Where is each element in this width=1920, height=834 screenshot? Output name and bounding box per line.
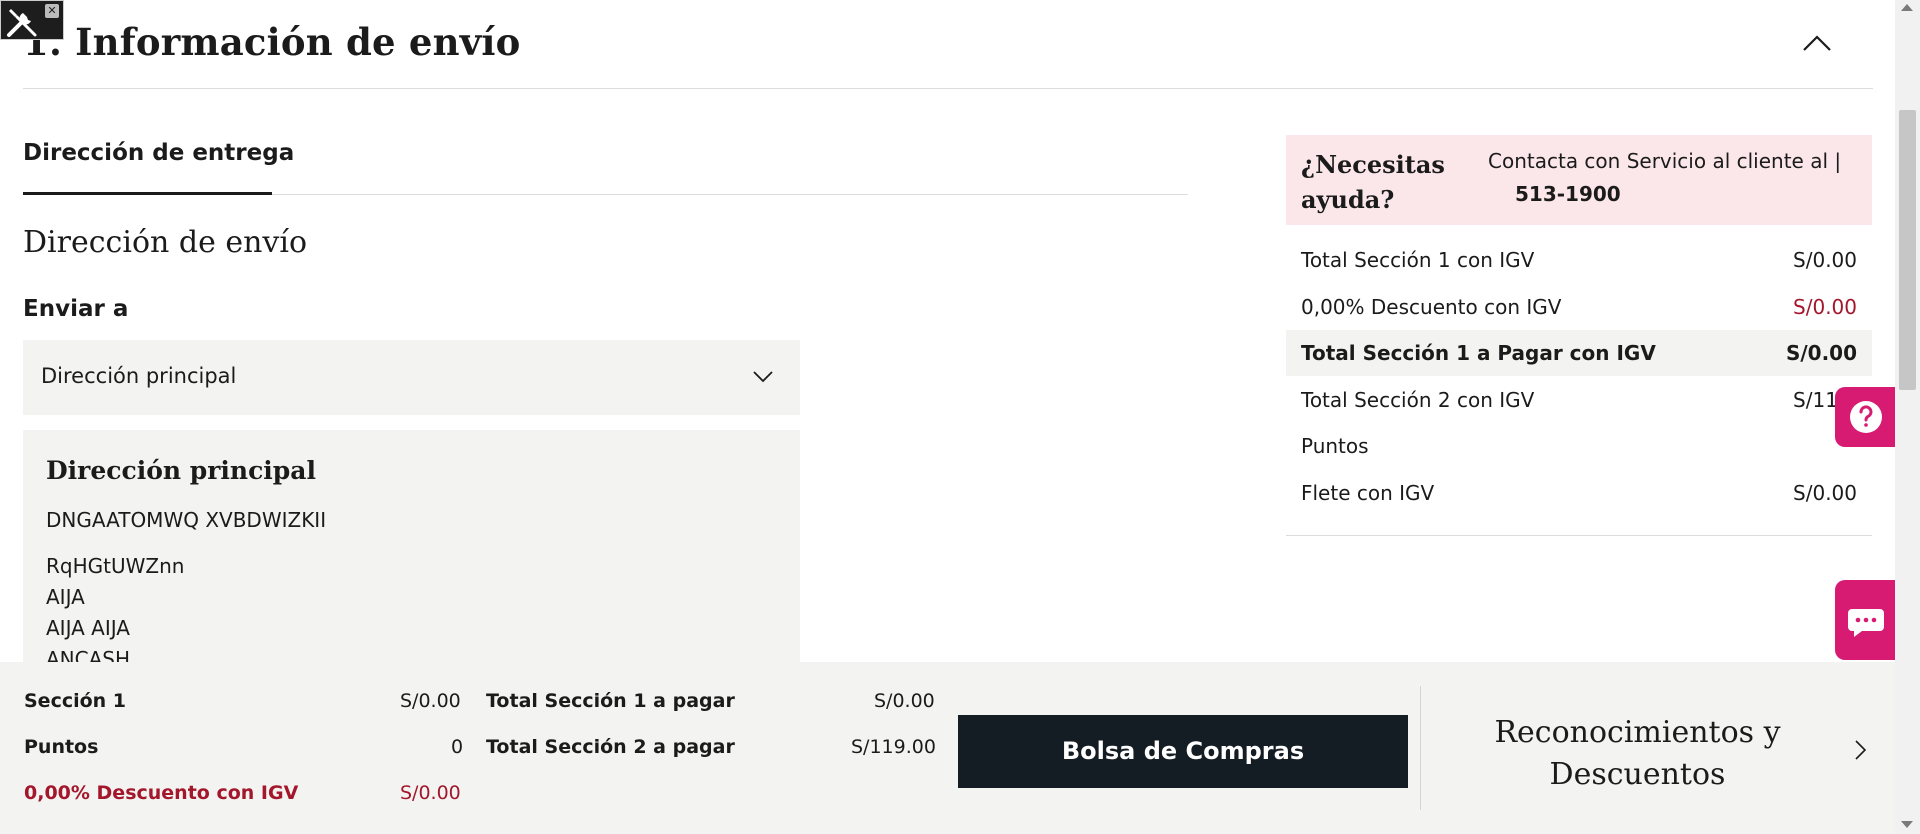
bb-descuento-value: S/0.00 bbox=[400, 782, 461, 804]
summary-label: Total Sección 1 a Pagar con IGV bbox=[1301, 341, 1656, 365]
bb-seccion1-value: S/0.00 bbox=[400, 690, 461, 712]
dev-tools-badge[interactable]: ✕ bbox=[0, 0, 64, 40]
address-select[interactable]: Dirección principal bbox=[23, 340, 800, 415]
summary-row: Puntos bbox=[1286, 423, 1872, 469]
address-select-value: Dirección principal bbox=[41, 364, 237, 388]
help-box: ¿Necesitas ayuda? Contacta con Servicio … bbox=[1286, 135, 1872, 225]
wrench-screwdriver-icon bbox=[7, 9, 37, 37]
floating-chat-button[interactable] bbox=[1835, 580, 1897, 660]
scroll-down-arrow[interactable] bbox=[1901, 821, 1913, 828]
floating-help-button[interactable] bbox=[1835, 387, 1897, 447]
chevron-down-icon bbox=[753, 371, 773, 383]
summary-amount: S/0.00 bbox=[1793, 481, 1857, 505]
summary-label: Flete con IGV bbox=[1301, 481, 1435, 505]
tab-active-indicator bbox=[23, 192, 272, 195]
scroll-up-arrow[interactable] bbox=[1901, 4, 1913, 11]
bb-seccion1-label: Sección 1 bbox=[24, 690, 127, 712]
chat-bubble-icon bbox=[1848, 609, 1884, 637]
address-line: AIJA AIJA bbox=[46, 616, 130, 640]
close-icon[interactable]: ✕ bbox=[45, 4, 59, 18]
summary-label: Puntos bbox=[1301, 434, 1369, 458]
summary-amount: S/0.00 bbox=[1785, 341, 1857, 365]
bb-total2-label: Total Sección 2 a pagar bbox=[486, 736, 735, 758]
help-text: Contacta con Servicio al cliente al | bbox=[1488, 149, 1842, 173]
tab-delivery-address[interactable]: Dirección de entrega bbox=[23, 140, 294, 166]
bb-puntos-value: 0 bbox=[451, 736, 464, 758]
scroll-thumb[interactable] bbox=[1899, 110, 1916, 390]
summary-label: Total Sección 2 con IGV bbox=[1301, 388, 1535, 412]
help-phone[interactable]: 513-1900 bbox=[1515, 182, 1621, 206]
chevron-right-icon[interactable] bbox=[1853, 738, 1867, 762]
address-line: RqHGtUWZnn bbox=[46, 554, 185, 578]
checkout-summary-bar: Sección 1 S/0.00 Puntos 0 0,00% Descuent… bbox=[0, 662, 1895, 834]
recognitions-discounts-link[interactable]: Reconocimientos y Descuentos bbox=[1460, 712, 1815, 796]
shipping-address-heading: Dirección de envío bbox=[23, 225, 308, 260]
shopping-bag-button[interactable]: Bolsa de Compras bbox=[958, 715, 1408, 788]
summary-row-total: Total Sección 1 a Pagar con IGV S/0.00 bbox=[1286, 330, 1872, 376]
bb-total1-label: Total Sección 1 a pagar bbox=[486, 690, 735, 712]
help-question: ¿Necesitas ayuda? bbox=[1301, 150, 1445, 214]
bottom-bar-divider bbox=[1420, 686, 1421, 810]
summary-row: Flete con IGV S/0.00 bbox=[1286, 470, 1872, 516]
summary-divider bbox=[1286, 535, 1872, 536]
address-recipient: DNGAATOMWQ XVBDWIZKII bbox=[46, 508, 327, 532]
summary-amount: S/0.00 bbox=[1793, 295, 1857, 319]
chevron-up-icon[interactable] bbox=[1800, 30, 1834, 54]
summary-row: Total Sección 2 con IGV S/119. bbox=[1286, 377, 1872, 423]
summary-row: Total Sección 1 con IGV S/0.00 bbox=[1286, 237, 1872, 283]
address-card: Dirección principal DNGAATOMWQ XVBDWIZKI… bbox=[23, 430, 800, 670]
summary-label: Total Sección 1 con IGV bbox=[1301, 248, 1535, 272]
question-icon bbox=[1850, 401, 1882, 433]
header-divider bbox=[23, 88, 1873, 89]
page-scrollbar[interactable] bbox=[1895, 0, 1920, 834]
summary-row: 0,00% Descuento con IGV S/0.00 bbox=[1286, 284, 1872, 330]
address-line: AIJA bbox=[46, 585, 85, 609]
send-to-label: Enviar a bbox=[23, 296, 129, 322]
section-title: 1. Información de envío bbox=[23, 20, 521, 64]
summary-amount: S/0.00 bbox=[1793, 248, 1857, 272]
bb-total1-value: S/0.00 bbox=[874, 690, 935, 712]
summary-label: 0,00% Descuento con IGV bbox=[1301, 295, 1562, 319]
bb-puntos-label: Puntos bbox=[24, 736, 99, 758]
bb-total2-value: S/119.00 bbox=[851, 736, 936, 758]
address-card-name: Dirección principal bbox=[46, 456, 316, 485]
bb-descuento-label: 0,00% Descuento con IGV bbox=[24, 782, 299, 804]
